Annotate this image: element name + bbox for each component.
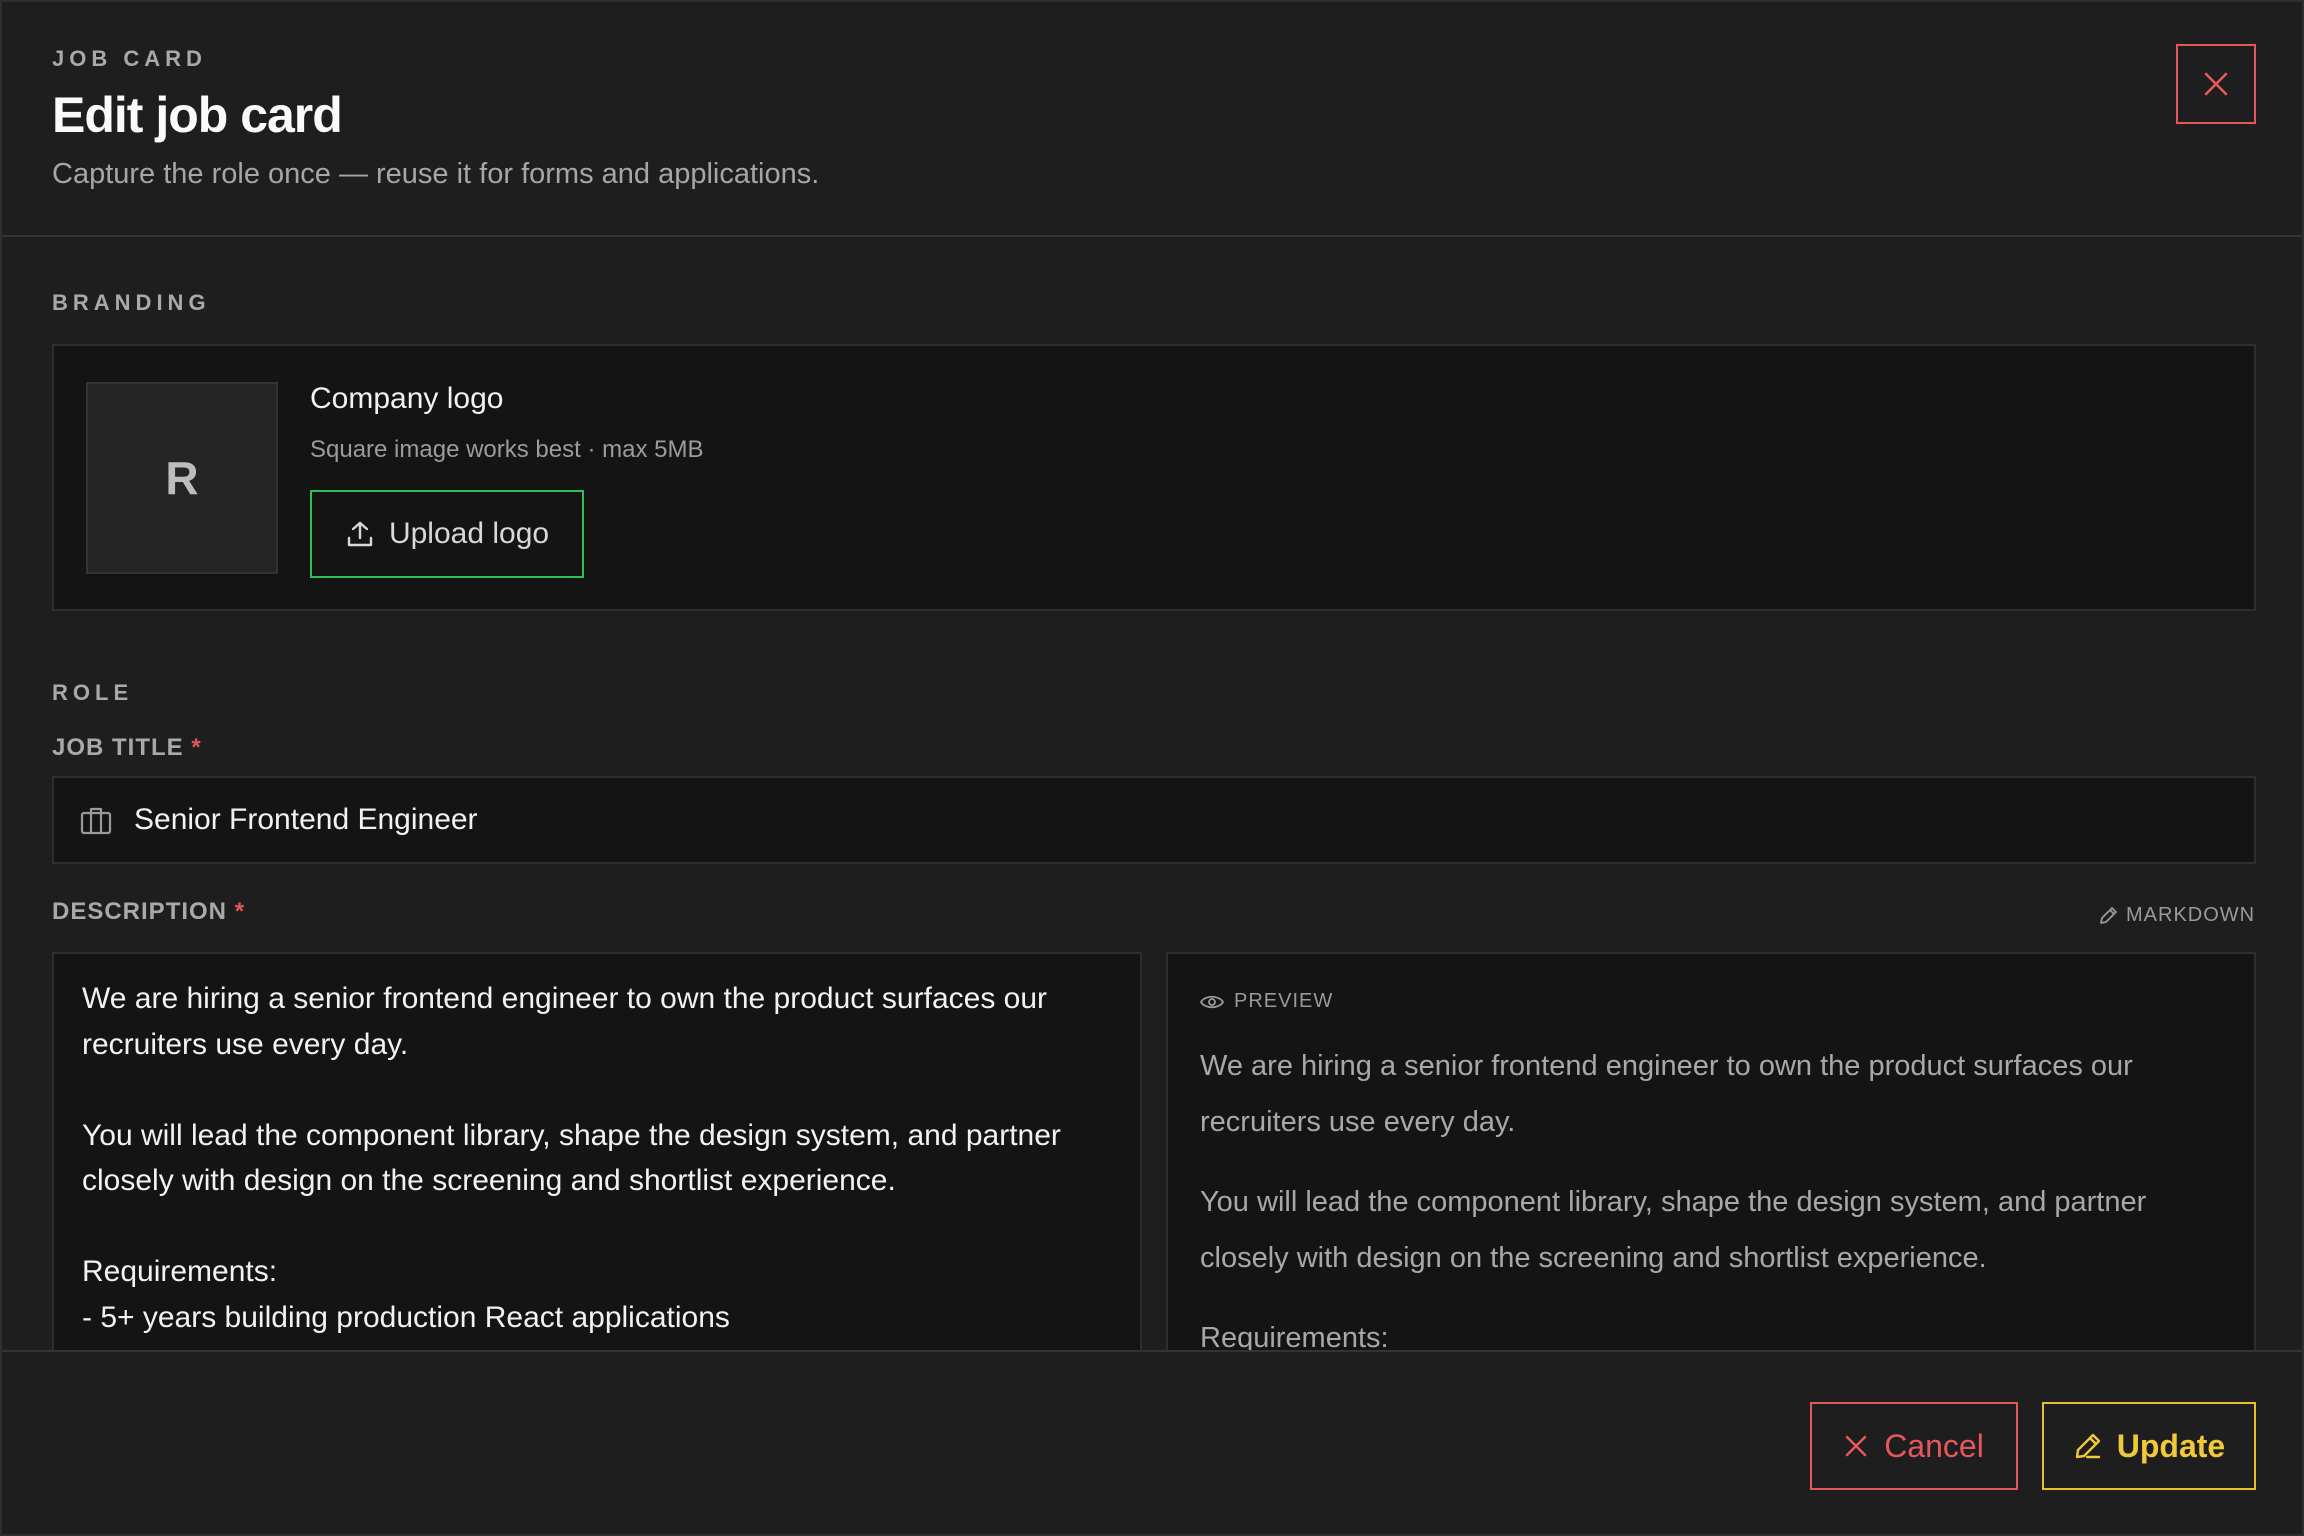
required-mark: *	[191, 734, 202, 761]
page-subtitle: Capture the role once — reuse it for for…	[52, 158, 820, 190]
page-title: Edit job card	[52, 87, 343, 143]
briefcase-icon	[80, 807, 112, 835]
role-section-label: ROLE	[52, 680, 134, 705]
preview-paragraph: You will lead the component library, sha…	[1200, 1186, 2147, 1274]
close-button[interactable]	[2176, 44, 2256, 124]
markdown-badge-label: MARKDOWN	[2126, 904, 2256, 926]
upload-icon	[347, 521, 373, 547]
description-label: DESCRIPTION *	[52, 898, 245, 926]
upload-logo-label: Upload logo	[388, 517, 550, 550]
pencil-icon	[2100, 906, 2117, 924]
markdown-badge: MARKDOWN	[2098, 904, 2255, 927]
branding-section-label: BRANDING	[52, 290, 211, 315]
preview-label: PREVIEW	[1200, 990, 1333, 1013]
preview-label-text: PREVIEW	[1234, 990, 1334, 1012]
logo-title: Company logo	[310, 382, 504, 415]
job-title-field	[52, 776, 2256, 864]
eye-icon	[1200, 995, 1224, 1008]
job-card-modal: JOB CARD Edit job card Capture the role …	[0, 0, 2304, 1536]
update-label: Update	[2116, 1427, 2226, 1464]
logo-placeholder: R	[86, 382, 278, 574]
update-button[interactable]: Update	[2042, 1402, 2256, 1490]
branding-card: R Company logo Square image works best ·…	[52, 344, 2256, 611]
required-mark: *	[234, 898, 246, 925]
cancel-button[interactable]: Cancel	[1810, 1402, 2018, 1490]
eyebrow: JOB CARD	[52, 46, 207, 71]
description-label-text: DESCRIPTION	[52, 898, 228, 925]
x-icon	[1845, 1435, 1867, 1457]
description-preview: PREVIEW We are hiring a senior frontend …	[1166, 952, 2256, 1352]
job-title-label: JOB TITLE *	[52, 734, 202, 762]
modal-footer: Cancel Update	[2, 1350, 2302, 1534]
logo-initial: R	[165, 452, 199, 504]
preview-paragraph: Requirements:	[1200, 1322, 1389, 1352]
upload-logo-button[interactable]: Upload logo	[310, 490, 584, 578]
logo-hint: Square image works best · max 5MB	[310, 436, 704, 463]
pencil-icon	[2075, 1433, 2100, 1459]
cancel-label: Cancel	[1884, 1427, 1984, 1464]
description-editor: We are hiring a senior frontend engineer…	[52, 952, 1142, 1352]
job-title-label-text: JOB TITLE	[52, 734, 184, 761]
modal-header: JOB CARD Edit job card Capture the role …	[2, 2, 2302, 237]
close-icon	[2204, 72, 2228, 96]
job-title-input[interactable]	[134, 778, 2234, 862]
preview-paragraph: We are hiring a senior frontend engineer…	[1200, 1050, 2133, 1138]
description-textarea[interactable]: We are hiring a senior frontend engineer…	[54, 954, 1140, 1350]
